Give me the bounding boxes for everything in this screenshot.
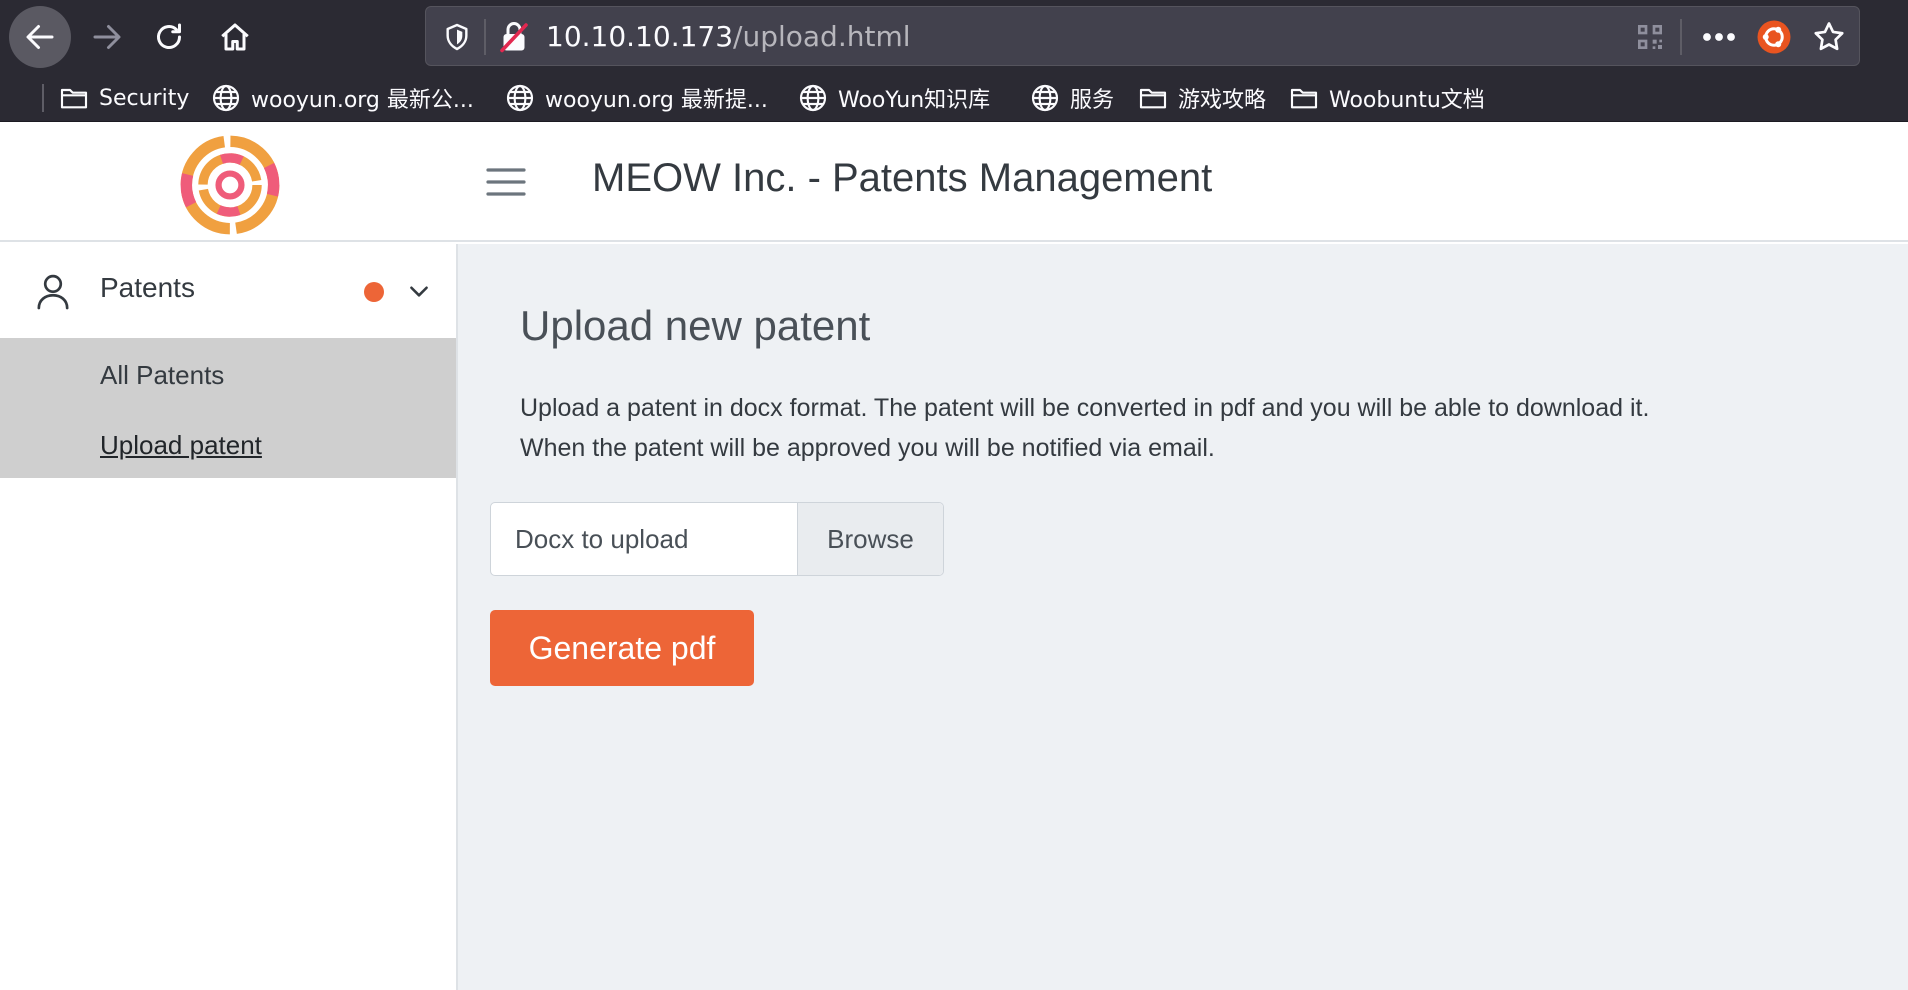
- folder-icon: [60, 88, 88, 109]
- folder-icon: [1290, 88, 1318, 109]
- insecure-lock-icon[interactable]: [496, 19, 532, 55]
- globe-icon: [1031, 84, 1059, 112]
- arrow-left-icon: [26, 25, 54, 49]
- notification-dot: [364, 282, 384, 302]
- home-icon: [221, 23, 249, 51]
- bookmark-label: Security: [99, 85, 190, 111]
- sidebar-item-label: Patents: [100, 272, 195, 303]
- bookmark-label: 服务: [1070, 88, 1115, 113]
- bookmark-label: wooyun.org 最新提...: [545, 88, 768, 113]
- app-title: MEOW Inc. - Patents Management: [592, 156, 1213, 200]
- file-upload-group[interactable]: Docx to upload Browse: [490, 502, 944, 576]
- shield-icon[interactable]: [441, 21, 473, 53]
- sidebar-submenu: All Patents Upload patent: [0, 338, 456, 478]
- page-heading: Upload new patent: [520, 302, 871, 349]
- bookmark-woobuntu-docs[interactable]: Woobuntu文档: [1288, 80, 1485, 116]
- arrow-right-icon: [93, 25, 121, 49]
- reload-button[interactable]: [138, 6, 200, 68]
- url-host: 10.10.10.173: [546, 20, 734, 53]
- bookmark-label: 游戏攻略: [1178, 88, 1267, 113]
- generate-pdf-button[interactable]: Generate pdf: [490, 610, 754, 686]
- globe-icon: [506, 84, 534, 112]
- url-separator: [1680, 19, 1682, 55]
- sidebar-item-upload-patent[interactable]: Upload patent: [100, 430, 262, 461]
- main-content: Upload new patent Upload a patent in doc…: [458, 244, 1908, 990]
- reload-icon: [157, 23, 181, 49]
- home-button[interactable]: [204, 6, 266, 68]
- bookmark-star-icon[interactable]: [1811, 19, 1847, 55]
- bookmarks-separator: [42, 84, 44, 112]
- chevron-down-icon[interactable]: [406, 278, 432, 304]
- sidebar: Patents All Patents Upload patent: [0, 244, 458, 990]
- description-line: Upload a patent in docx format. The pate…: [520, 394, 1650, 422]
- bookmark-label: Woobuntu文档: [1329, 88, 1485, 113]
- folder-icon: [1139, 88, 1167, 109]
- bookmark-label: wooyun.org 最新公...: [251, 88, 474, 113]
- user-icon: [37, 274, 69, 310]
- bookmark-wooyun-latest-submit[interactable]: wooyun.org 最新提...: [504, 80, 768, 116]
- page-header: MEOW Inc. - Patents Management: [0, 122, 1908, 242]
- back-button[interactable]: [9, 6, 71, 68]
- logo-icon[interactable]: [178, 133, 282, 237]
- url-separator: [484, 19, 486, 55]
- bookmark-game-guides[interactable]: 游戏攻略: [1137, 80, 1266, 116]
- browse-button[interactable]: Browse: [797, 503, 943, 575]
- url-path: /upload.html: [733, 20, 911, 53]
- bookmark-wooyun-kb[interactable]: WooYun知识库: [797, 80, 990, 116]
- bookmark-security[interactable]: Security: [58, 80, 189, 116]
- globe-icon: [212, 84, 240, 112]
- qr-code-icon[interactable]: [1634, 21, 1666, 53]
- hamburger-menu-icon[interactable]: [484, 162, 528, 202]
- url-text[interactable]: 10.10.10.173/upload.html: [546, 19, 911, 55]
- bookmark-wooyun-latest-public[interactable]: wooyun.org 最新公...: [210, 80, 474, 116]
- bookmark-services[interactable]: 服务: [1029, 80, 1114, 116]
- globe-icon: [799, 84, 827, 112]
- browser-toolbar: 10.10.10.173/upload.html: [0, 0, 1908, 74]
- sidebar-item-all-patents[interactable]: All Patents: [100, 360, 224, 391]
- forward-button[interactable]: [76, 6, 138, 68]
- ubuntu-extension-icon[interactable]: [1756, 19, 1792, 55]
- bookmarks-bar: Security wooyun.org 最新公... wooyun.org 最新…: [0, 74, 1908, 122]
- description-line: When the patent will be approved you wil…: [520, 434, 1215, 462]
- bookmark-label: WooYun知识库: [838, 88, 991, 113]
- more-actions-icon[interactable]: [1698, 19, 1740, 55]
- url-bar[interactable]: 10.10.10.173/upload.html: [425, 6, 1860, 66]
- sidebar-item-patents[interactable]: Patents: [0, 244, 456, 338]
- file-input-field[interactable]: Docx to upload: [491, 503, 797, 575]
